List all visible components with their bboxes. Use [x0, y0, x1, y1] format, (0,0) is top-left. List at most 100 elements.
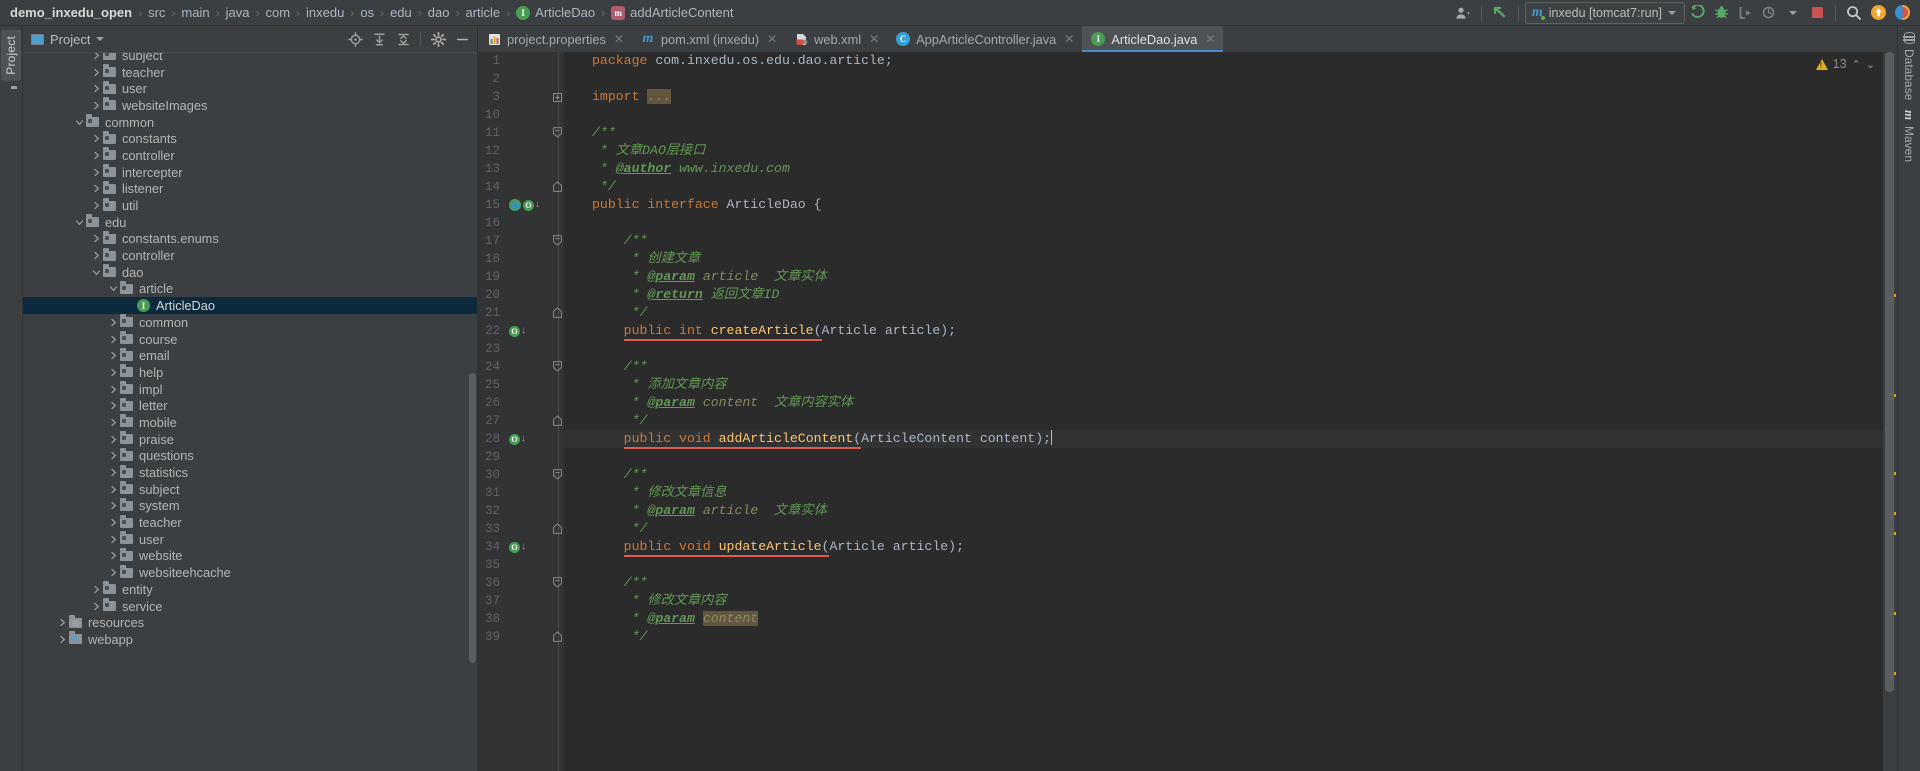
tree-node[interactable]: controller [23, 147, 477, 164]
tree-node[interactable]: entity [23, 581, 477, 598]
code-line[interactable]: /** [564, 466, 1883, 484]
gutter-row[interactable]: 29 [478, 448, 550, 466]
fold-row[interactable] [550, 628, 564, 646]
chevron-down-icon[interactable] [108, 283, 119, 294]
code-line[interactable]: * 文章DAO层接口 [564, 142, 1883, 160]
fold-end-icon[interactable] [552, 180, 562, 195]
fold-row[interactable] [550, 106, 564, 124]
chevron-right-icon[interactable] [108, 334, 119, 345]
code-line[interactable]: import ... [564, 88, 1883, 106]
tree-node[interactable]: webapp [23, 631, 477, 648]
chevron-right-icon[interactable] [108, 400, 119, 411]
implemented-icon[interactable]: O ↓ [509, 541, 526, 553]
breadcrumb-item-dao[interactable]: dao [428, 5, 450, 20]
inspection-widget[interactable]: 13 ⌃ ⌄ [1810, 52, 1881, 76]
fold-row[interactable] [550, 142, 564, 160]
code-line[interactable] [564, 340, 1883, 358]
breadcrumb-item-src[interactable]: src [148, 5, 165, 20]
fold-row[interactable] [550, 466, 564, 484]
gutter-row[interactable]: 13 [478, 160, 550, 178]
tree-node[interactable]: resources [23, 614, 477, 631]
tree-node[interactable]: letter [23, 397, 477, 414]
fold-row[interactable] [550, 178, 564, 196]
tree-node[interactable]: teacher [23, 514, 477, 531]
fold-row[interactable] [550, 538, 564, 556]
tree-node[interactable]: system [23, 497, 477, 515]
chevron-right-icon[interactable] [108, 467, 119, 478]
chevron-down-icon[interactable] [91, 267, 102, 278]
code-line[interactable]: */ [564, 520, 1883, 538]
spring-bean-icon[interactable] [509, 199, 521, 211]
chevron-right-icon[interactable] [108, 500, 119, 511]
gutter-row[interactable]: 1 [478, 52, 550, 70]
tree-node[interactable]: impl [23, 381, 477, 398]
gutter-row[interactable]: 32 [478, 502, 550, 520]
code-line[interactable]: public void updateArticle(Article articl… [564, 538, 1883, 557]
gutter-row[interactable]: 38 [478, 610, 550, 628]
fold-row[interactable] [550, 322, 564, 340]
code-line[interactable] [564, 448, 1883, 466]
code-line[interactable]: * 修改文章内容 [564, 592, 1883, 610]
chevron-right-icon[interactable] [108, 534, 119, 545]
code-line[interactable]: /** [564, 574, 1883, 592]
fold-row[interactable] [550, 574, 564, 592]
code-line[interactable]: * @author www.inxedu.com [564, 160, 1883, 178]
fold-row[interactable] [550, 592, 564, 610]
fold-row[interactable] [550, 556, 564, 574]
fold-row[interactable] [550, 232, 564, 250]
chevron-right-icon[interactable] [91, 250, 102, 261]
profile-button[interactable] [1757, 2, 1781, 24]
chevron-right-icon[interactable] [91, 83, 102, 94]
chevron-right-icon[interactable] [91, 53, 102, 61]
gutter-row[interactable]: 30 [478, 466, 550, 484]
close-icon[interactable]: ✕ [1064, 32, 1074, 46]
run-with-coverage-button[interactable] [1733, 2, 1757, 24]
gutter-row[interactable]: 35 [478, 556, 550, 574]
gutter-row[interactable]: 31 [478, 484, 550, 502]
fold-row[interactable] [550, 430, 564, 448]
editor-scrollbar-thumb[interactable] [1885, 52, 1894, 692]
fold-row[interactable] [550, 502, 564, 520]
collapse-all-button[interactable] [392, 28, 414, 50]
chevron-right-icon[interactable] [91, 584, 102, 595]
project-tree-scrollbar[interactable] [469, 373, 476, 663]
chevron-right-icon[interactable] [108, 450, 119, 461]
debug-button[interactable] [1709, 2, 1733, 24]
code-line[interactable]: */ [564, 304, 1883, 322]
close-icon[interactable]: ✕ [1205, 32, 1215, 46]
code-line[interactable]: package com.inxedu.os.edu.dao.article; [564, 52, 1883, 70]
code-line-current[interactable]: public void addArticleContent(ArticleCon… [564, 430, 1883, 449]
tree-node[interactable]: article [23, 280, 477, 298]
fold-row[interactable] [550, 268, 564, 286]
fold-end-icon[interactable] [552, 522, 562, 537]
tree-node[interactable]: util [23, 197, 477, 214]
gear-icon[interactable] [427, 28, 449, 50]
gutter-row[interactable]: 23 [478, 340, 550, 358]
code-line[interactable]: * @param article 文章实体 [564, 502, 1883, 520]
tree-node[interactable]: praise [23, 431, 477, 448]
gutter-row[interactable]: 26 [478, 394, 550, 412]
tree-node[interactable]: dao [23, 264, 477, 281]
editor-gutter[interactable]: 1 2 3 10 11 12 13 14 15 O ↓ 16 17 18 19 20 21 22 O ↓ 23 24 25 2… [478, 52, 550, 771]
chevron-right-icon[interactable] [108, 384, 119, 395]
chevron-down-icon[interactable] [74, 217, 85, 228]
tree-node[interactable]: common [23, 314, 477, 331]
gutter-row[interactable]: 27 [478, 412, 550, 430]
error-stripe-scrollbar[interactable] [1883, 52, 1897, 771]
fold-end-icon[interactable] [552, 414, 562, 429]
sidebar-item-project[interactable]: Project [1, 30, 21, 81]
fold-row[interactable] [550, 448, 564, 466]
breadcrumb-item-java[interactable]: java [226, 5, 250, 20]
hide-button[interactable] [451, 28, 473, 50]
fold-row[interactable] [550, 610, 564, 628]
tree-node[interactable]: intercepter [23, 164, 477, 181]
gutter-row[interactable]: 39 [478, 628, 550, 646]
tree-node[interactable]: user [23, 80, 477, 97]
implemented-icon[interactable]: O ↓ [509, 433, 526, 445]
tree-node[interactable]: user [23, 531, 477, 548]
fold-end-icon[interactable] [552, 306, 562, 321]
gutter-row[interactable]: 24 [478, 358, 550, 376]
chevron-right-icon[interactable] [57, 634, 68, 645]
code-line[interactable]: * 创建文章 [564, 250, 1883, 268]
chevron-right-icon[interactable] [108, 367, 119, 378]
